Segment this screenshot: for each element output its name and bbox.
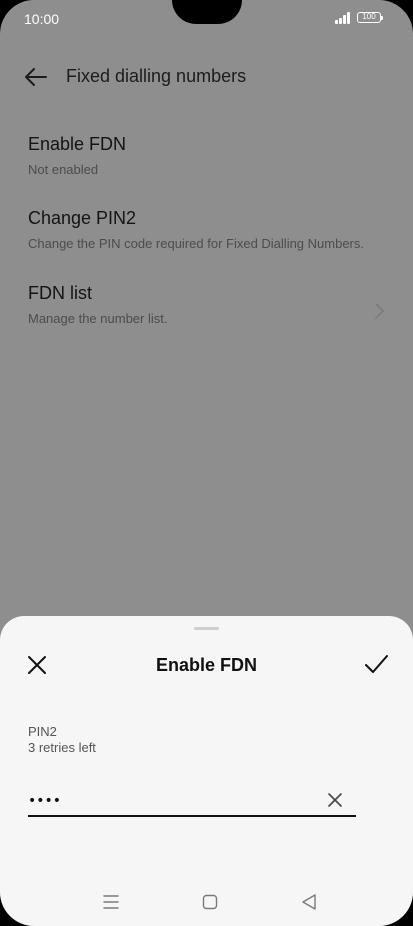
- back-arrow-icon[interactable]: [22, 64, 48, 90]
- menu-icon[interactable]: [102, 894, 120, 910]
- drag-handle[interactable]: [194, 627, 219, 630]
- setting-fdn-list[interactable]: FDN list Manage the number list.: [0, 283, 413, 345]
- setting-enable-fdn[interactable]: Enable FDN Not enabled: [0, 134, 413, 196]
- signal-icon: [335, 12, 353, 24]
- setting-title: Change PIN2: [28, 208, 137, 228]
- home-icon[interactable]: [202, 894, 218, 910]
- sheet-title: Enable FDN: [155, 655, 257, 675]
- setting-title: Enable FDN: [28, 134, 127, 154]
- setting-subtitle: Manage the number list.: [28, 311, 168, 326]
- retries-hint: 3 retries left: [28, 740, 96, 755]
- battery-icon: 100: [357, 12, 383, 23]
- setting-subtitle: Not enabled: [28, 162, 99, 177]
- pin2-label: PIN2: [28, 724, 57, 739]
- setting-subtitle: Change the PIN code required for Fixed D…: [28, 236, 365, 251]
- pin2-input[interactable]: [28, 788, 328, 814]
- input-underline: [28, 815, 356, 817]
- back-triangle-icon[interactable]: [300, 893, 318, 911]
- battery-level: 100: [362, 12, 376, 21]
- chevron-right-icon: [375, 303, 384, 319]
- status-time: 10:00: [24, 11, 60, 27]
- enable-fdn-sheet: Enable FDN PIN2 3 retries left: [0, 616, 413, 926]
- phone-screen: 10:00 100 Fixed dialling numbers Enable …: [0, 0, 413, 926]
- setting-change-pin2[interactable]: Change PIN2 Change the PIN code required…: [0, 208, 413, 270]
- checkmark-icon[interactable]: [363, 652, 390, 676]
- status-bar: 10:00 100: [0, 0, 413, 40]
- camera-notch: [172, 0, 242, 24]
- setting-title: FDN list: [28, 283, 92, 303]
- clear-icon[interactable]: [326, 791, 344, 809]
- page-title: Fixed dialling numbers: [66, 66, 247, 86]
